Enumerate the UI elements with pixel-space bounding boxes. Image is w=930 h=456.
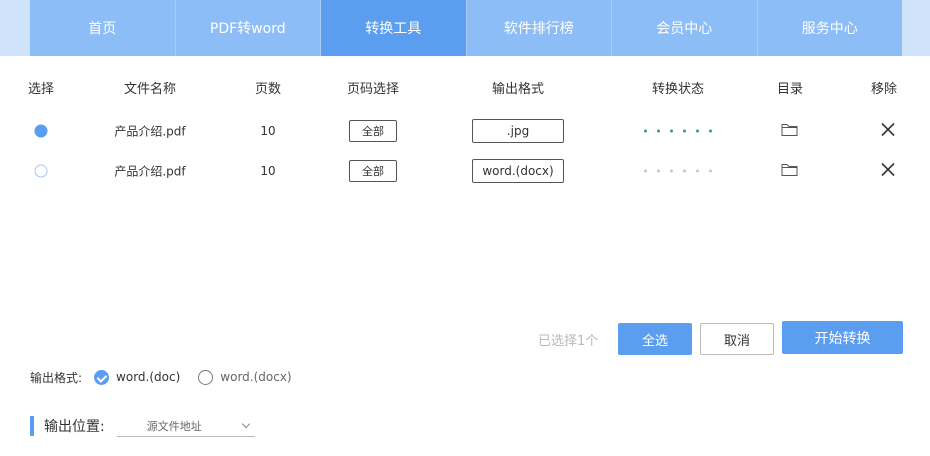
row-pages: 10: [260, 164, 276, 178]
radio-checked-icon[interactable]: [94, 369, 110, 385]
select-all-button[interactable]: 全选: [618, 323, 692, 355]
format-option-docx-label: word.(docx): [220, 370, 292, 384]
output-format-label: 输出格式:: [30, 370, 83, 385]
cancel-button[interactable]: 取消: [700, 323, 774, 355]
top-nav: 首页 PDF转word 转换工具 软件排行榜 会员中心 服务中心: [30, 0, 902, 56]
output-location-label: 输出位置:: [44, 419, 105, 435]
header-output-format: 输出格式: [491, 82, 545, 97]
nav-item-pdf-to-word[interactable]: PDF转word: [175, 0, 321, 56]
output-location-value: 源文件地址: [146, 419, 202, 433]
nav-item-convert-tools[interactable]: 转换工具: [321, 0, 467, 56]
folder-icon[interactable]: [781, 163, 799, 180]
format-option-doc[interactable]: word.(doc): [94, 369, 181, 385]
selected-count: 已选择1个: [538, 334, 599, 349]
start-convert-button[interactable]: 开始转换: [782, 321, 903, 354]
nav-item-home[interactable]: 首页: [30, 0, 176, 56]
header-select: 选择: [27, 82, 55, 97]
table-row: 产品介绍.pdf 10 全部 word.(docx): [0, 151, 930, 191]
close-icon[interactable]: [880, 122, 896, 141]
nav-item-service-center[interactable]: 服务中心: [757, 0, 902, 56]
header-page-select: 页码选择: [346, 82, 400, 97]
header-filename: 文件名称: [123, 82, 177, 97]
output-format-group: 输出格式: word.(doc) word.(docx): [30, 366, 310, 388]
header-pages: 页数: [254, 82, 282, 97]
page-select-button[interactable]: 全部: [349, 160, 397, 182]
header-remove: 移除: [870, 82, 898, 97]
close-icon[interactable]: [880, 162, 896, 181]
header-status: 转换状态: [651, 82, 705, 97]
output-format-select[interactable]: word.(docx): [472, 159, 564, 183]
format-option-doc-label: word.(doc): [116, 370, 181, 384]
header-folder: 目录: [776, 82, 804, 97]
nav-item-software-ranking[interactable]: 软件排行榜: [466, 0, 612, 56]
row-select-radio[interactable]: [34, 164, 48, 178]
output-location-group: 输出位置: 源文件地址: [30, 414, 255, 438]
chevron-down-icon: [241, 419, 250, 428]
row-pages: 10: [260, 124, 276, 138]
radio-unchecked-icon[interactable]: [198, 369, 214, 385]
page-select-button[interactable]: 全部: [349, 120, 397, 142]
row-select-radio[interactable]: [34, 124, 48, 138]
table-row: 产品介绍.pdf 10 全部 .jpg: [0, 111, 930, 151]
format-option-docx[interactable]: word.(docx): [198, 369, 292, 385]
section-accent-bar: [30, 416, 34, 436]
row-filename: 产品介绍.pdf: [114, 124, 186, 139]
output-location-select[interactable]: 源文件地址: [116, 415, 255, 437]
output-format-select[interactable]: .jpg: [472, 119, 564, 143]
table-header: 选择 文件名称 页数 页码选择 输出格式 转换状态 目录 移除: [0, 78, 930, 106]
status-indicator-done: [644, 129, 712, 133]
nav-item-member-center[interactable]: 会员中心: [612, 0, 758, 56]
folder-icon[interactable]: [781, 123, 799, 140]
status-indicator-pending: [644, 169, 712, 173]
row-filename: 产品介绍.pdf: [114, 164, 186, 179]
